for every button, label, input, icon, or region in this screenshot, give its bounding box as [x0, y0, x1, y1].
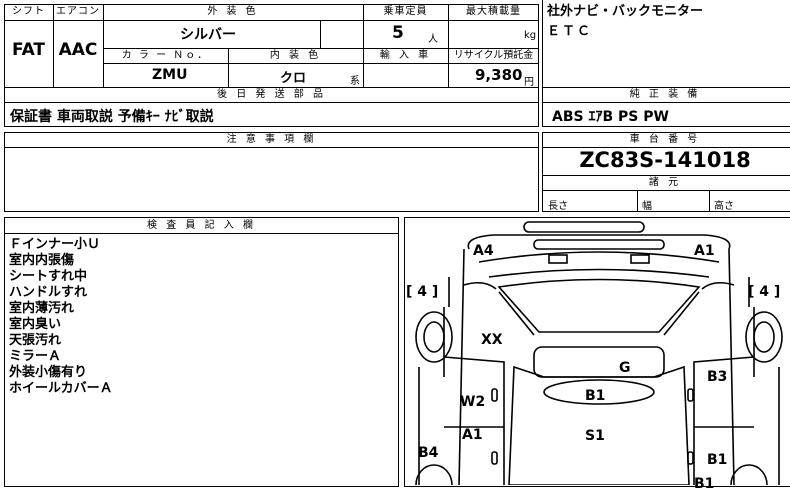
car-body-outline [458, 234, 735, 485]
inspector-note: ホイールカバーＡ [9, 381, 113, 396]
front-left-wheel [415, 311, 453, 363]
interior-color-value: クロ [280, 71, 307, 86]
specs-header: 諸 元 [648, 177, 682, 188]
damage-mark-b1-center: B1 [585, 388, 606, 404]
front-right-wheel [745, 311, 783, 363]
color-no-value: ZMU [152, 67, 188, 83]
genuine-equipment-value: ABS ｴｱB PS PW [552, 109, 669, 125]
max-load-unit: kg [524, 30, 537, 41]
inspector-note: ミラーＡ [9, 349, 62, 364]
inspector-note: 外装小傷有り [9, 365, 88, 380]
capacity-unit: 人 [428, 34, 438, 45]
later-parts-header: 後 日 発 送 部 品 [217, 89, 326, 100]
damage-mark-a1-top: A1 [694, 243, 715, 259]
exterior-color-header: 外 装 色 [207, 6, 259, 17]
inspector-note: Ｆインナー小Ｕ [9, 237, 101, 252]
front-bumper-shape [523, 221, 645, 233]
inspector-notes-header: 検 査 員 記 入 欄 [147, 220, 256, 231]
left-mirror-shape [463, 281, 497, 290]
inspector-note: 天張汚れ [9, 333, 62, 348]
aircon-value: AAC [58, 40, 98, 60]
equipment-line-2: ＥＴＣ [547, 24, 593, 39]
recycle-fee-value: 9,380 [475, 66, 523, 84]
windshield-shape [497, 278, 701, 333]
spec-length-label: 長さ [548, 201, 568, 212]
chassis-value: ZC83S-141018 [579, 148, 751, 172]
genuine-equipment-header: 純 正 装 備 [629, 89, 701, 100]
inspector-note: シートすれ中 [9, 269, 88, 284]
roof-shape [533, 346, 665, 378]
rear-right-wheel [730, 464, 768, 485]
equipment-line-1: 社外ナビ・バックモニター [547, 4, 704, 19]
inspector-note: 室内薄汚れ [9, 301, 75, 316]
interior-suffix: 系 [350, 76, 360, 87]
left-door-shape [443, 356, 505, 485]
recycle-header: リサイクル預託金 [453, 50, 534, 61]
inspector-notes-list: Ｆインナー小Ｕ 室内内張傷 シートすれ中 ハンドルすれ 室内薄汚れ 室内臭い 天… [9, 237, 113, 397]
damage-mark-g: G [619, 360, 631, 376]
shift-value: FAT [11, 40, 46, 60]
damage-mark-b1-bottom: B1 [694, 476, 715, 492]
rear-left-wheel [415, 464, 453, 485]
spec-height-label: 高さ [714, 201, 734, 212]
damage-mark-a1-lower: A1 [462, 427, 483, 443]
recycle-unit: 円 [524, 77, 534, 88]
interior-color-header: 内 装 色 [269, 50, 322, 61]
damage-mark-s1: S1 [585, 428, 605, 444]
damage-mark-a4: A4 [473, 243, 494, 259]
later-parts-value: 保証書 車両取説 予備ｷｰ ﾅﾋﾞ取説 [10, 109, 214, 125]
damage-mark-xx: XX [481, 332, 503, 348]
capacity-value: 5 [392, 23, 404, 43]
aircon-header: エアコン [56, 6, 100, 17]
inspector-note: 室内臭い [9, 317, 62, 332]
car-diagram [415, 221, 783, 485]
capacity-header: 乗車定員 [383, 6, 428, 17]
max-load-header: 最大積載量 [466, 6, 521, 17]
color-no-header: カ ラ ー Ｎｏ． [121, 50, 210, 61]
chassis-header: 車 台 番 号 [629, 134, 701, 145]
damage-mark-b1-right: B1 [707, 452, 728, 468]
exterior-color-value: シルバー [180, 27, 236, 43]
cabin-shape [508, 365, 690, 485]
inspector-note: ハンドルすれ [9, 285, 88, 300]
notes-header: 注 意 事 項 欄 [226, 134, 317, 145]
tire-count-right: [ 4 ] [748, 284, 781, 300]
shift-header: シフト [12, 6, 45, 17]
front-grille-shape [533, 239, 665, 250]
spec-width-label: 幅 [642, 201, 652, 212]
damage-mark-w2: W2 [460, 394, 486, 410]
damage-mark-b3: B3 [707, 369, 728, 385]
import-header: 輸 入 車 [379, 50, 432, 61]
inspector-note: 室内内張傷 [9, 253, 75, 268]
tire-count-left: [ 4 ] [406, 284, 439, 300]
damage-mark-b4: B4 [418, 445, 439, 461]
